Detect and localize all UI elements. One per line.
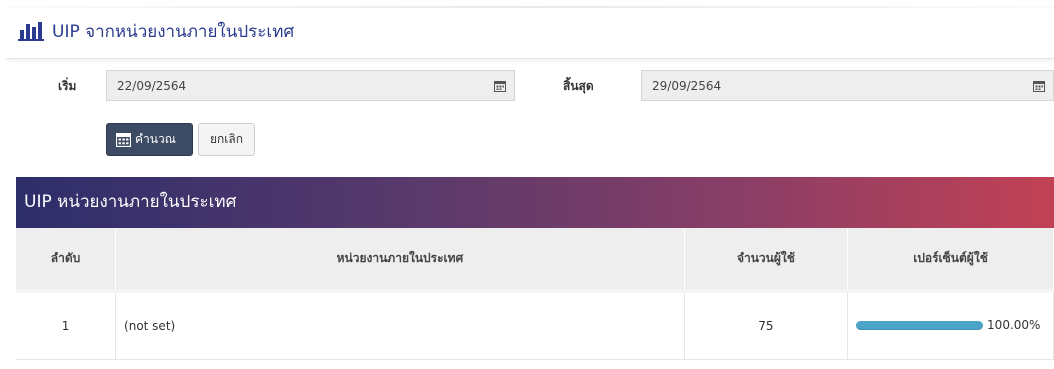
column-header-agency[interactable]: หน่วยงานภายในประเทศ xyxy=(115,228,685,293)
end-date-label: สิ้นสุด xyxy=(563,79,594,93)
uip-table: ลำดับ หน่วยงานภายในประเทศ จำนวนผู้ใช้ เป… xyxy=(16,228,1054,360)
calculate-button-label: คำนวณ xyxy=(135,132,176,146)
percent-progress: 100.00% xyxy=(848,316,1053,336)
start-date-label: เริ่ม xyxy=(58,79,77,93)
cell-users: 75 xyxy=(684,291,849,360)
table-row: 1 (not set) 75 100.00% xyxy=(16,291,1054,360)
table-title: UIP หน่วยงานภายในประเทศ xyxy=(24,192,237,212)
end-date-field[interactable]: 29/09/2564 xyxy=(641,70,1054,101)
start-date-field[interactable]: 22/09/2564 xyxy=(106,70,515,101)
end-date-value: 29/09/2564 xyxy=(652,79,722,93)
calculate-button[interactable]: คำนวณ xyxy=(106,123,193,156)
cell-agency: (not set) xyxy=(115,291,685,360)
column-header-rank[interactable]: ลำดับ xyxy=(16,228,117,293)
header-divider xyxy=(6,6,1054,8)
page-title: UIP จากหน่วยงานภายในประเทศ xyxy=(52,22,295,42)
column-header-percent[interactable]: เปอร์เซ็นต์ผู้ใช้ xyxy=(847,228,1054,293)
cancel-button[interactable]: ยกเลิก xyxy=(198,123,255,156)
bar-chart-icon xyxy=(18,22,44,41)
column-header-users[interactable]: จำนวนผู้ใช้ xyxy=(684,228,849,293)
calendar-icon[interactable] xyxy=(494,80,506,92)
page: UIP จากหน่วยงานภายในประเทศ เริ่ม 22/09/2… xyxy=(6,6,1054,369)
percent-text: 100.00% xyxy=(987,318,1041,332)
table-header-bar: UIP หน่วยงานภายในประเทศ xyxy=(16,177,1054,228)
progress-bar xyxy=(856,321,984,330)
cell-rank: 1 xyxy=(16,291,117,360)
table-header-row: ลำดับ หน่วยงานภายในประเทศ จำนวนผู้ใช้ เป… xyxy=(16,228,1054,293)
calendar-icon[interactable] xyxy=(1033,80,1045,92)
cell-percent: 100.00% xyxy=(847,291,1054,360)
page-header: UIP จากหน่วยงานภายในประเทศ xyxy=(6,6,1054,59)
calculator-icon xyxy=(116,133,131,147)
start-date-value: 22/09/2564 xyxy=(117,79,187,93)
